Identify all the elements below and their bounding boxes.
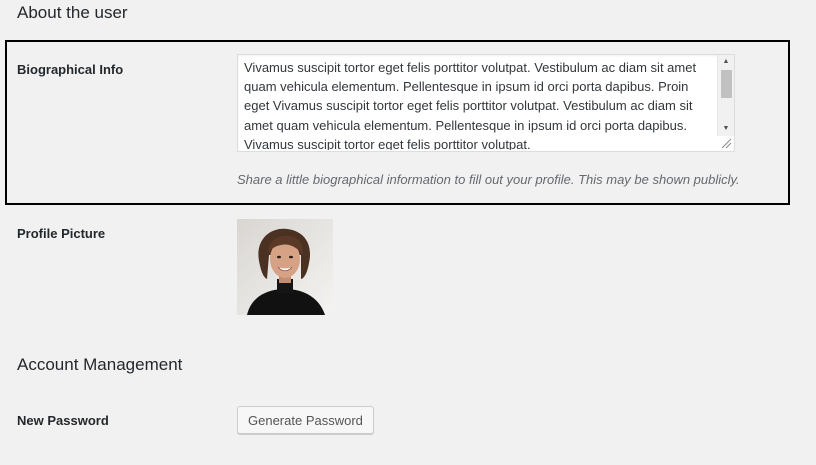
bio-scrollbar[interactable]: ▲ ▼ (717, 55, 734, 136)
scroll-thumb[interactable] (721, 70, 732, 98)
profile-picture-label: Profile Picture (17, 226, 106, 241)
resize-grip-icon[interactable] (718, 136, 733, 150)
section-title-account: Account Management (17, 355, 183, 374)
scroll-down-arrow-icon[interactable]: ▼ (718, 122, 734, 136)
bio-textarea-text[interactable]: Vivamus suscipit tortor eget felis portt… (244, 58, 716, 150)
profile-page: About the user Biographical Info Vivamus… (0, 0, 816, 465)
bio-textarea[interactable]: Vivamus suscipit tortor eget felis portt… (237, 54, 735, 152)
user-avatar-photo-icon (237, 219, 333, 315)
generate-password-button[interactable]: Generate Password (237, 406, 374, 434)
new-password-label: New Password (17, 413, 109, 428)
section-title-about: About the user (17, 3, 128, 22)
bio-description: Share a little biographical information … (237, 172, 740, 187)
avatar (237, 219, 333, 315)
bio-label: Biographical Info (17, 62, 124, 77)
scroll-up-arrow-icon[interactable]: ▲ (718, 55, 734, 69)
